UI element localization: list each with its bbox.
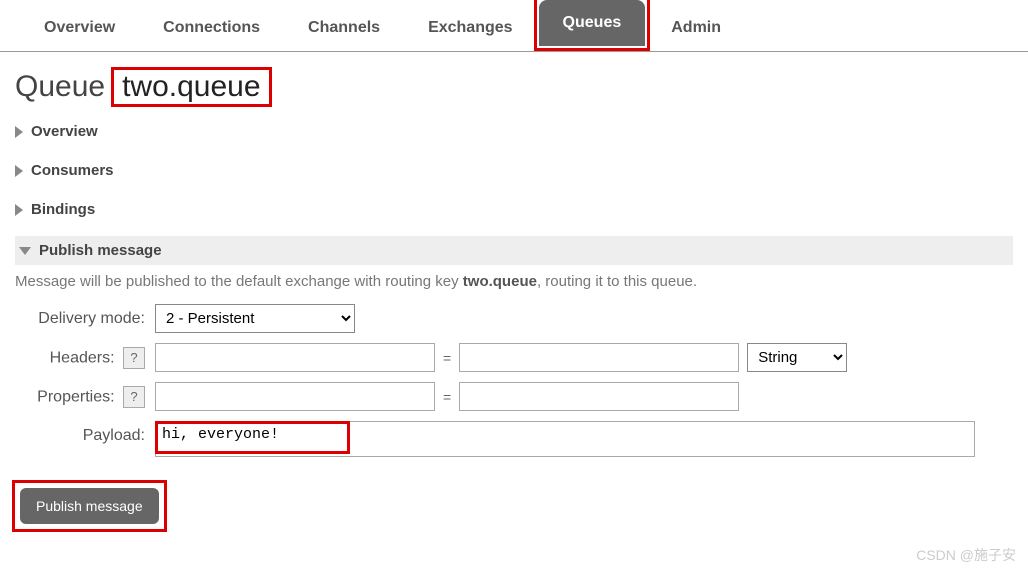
section-publish-header[interactable]: Publish message <box>15 236 1013 265</box>
section-consumers-label: Consumers <box>31 162 114 179</box>
section-consumers[interactable]: Consumers <box>15 158 1013 183</box>
page-title: Queue two.queue <box>15 67 1013 107</box>
section-overview[interactable]: Overview <box>15 119 1013 144</box>
equals-sign: = <box>443 350 451 366</box>
tab-admin[interactable]: Admin <box>647 5 745 51</box>
chevron-right-icon <box>15 126 23 138</box>
payload-row: Payload: <box>15 421 1013 460</box>
header-key-input[interactable] <box>155 343 435 372</box>
page-content: Queue two.queue Overview Consumers Bindi… <box>0 52 1028 561</box>
tab-queues[interactable]: Queues <box>539 0 646 46</box>
chevron-right-icon <box>15 204 23 216</box>
publish-button-highlight: Publish message <box>12 480 167 532</box>
delivery-mode-row: Delivery mode: 2 - Persistent <box>15 304 1013 333</box>
property-key-input[interactable] <box>155 382 435 411</box>
tab-exchanges[interactable]: Exchanges <box>404 5 536 51</box>
header-type-select[interactable]: String <box>747 343 847 372</box>
publish-message-button[interactable]: Publish message <box>20 488 159 524</box>
tab-channels[interactable]: Channels <box>284 5 404 51</box>
header-value-input[interactable] <box>459 343 739 372</box>
headers-row: Headers: ? = String <box>15 343 1013 372</box>
property-value-input[interactable] <box>459 382 739 411</box>
properties-help-button[interactable]: ? <box>123 386 145 408</box>
section-publish-label: Publish message <box>39 242 162 259</box>
publish-description: Message will be published to the default… <box>15 273 1013 290</box>
properties-row: Properties: ? = <box>15 382 1013 411</box>
section-bindings[interactable]: Bindings <box>15 197 1013 222</box>
headers-label: Headers: ? <box>15 347 155 369</box>
main-tabs: Overview Connections Channels Exchanges … <box>0 0 1028 52</box>
watermark: CSDN @施子安 <box>916 545 1016 565</box>
payload-textarea[interactable] <box>155 421 975 457</box>
delivery-mode-select[interactable]: 2 - Persistent <box>155 304 355 333</box>
page-title-prefix: Queue <box>15 70 105 104</box>
payload-label: Payload: <box>15 421 155 445</box>
tab-overview[interactable]: Overview <box>20 5 139 51</box>
chevron-down-icon <box>19 247 31 255</box>
properties-label: Properties: ? <box>15 386 155 408</box>
section-publish-message: Publish message Message will be publishe… <box>15 236 1013 532</box>
section-overview-label: Overview <box>31 123 98 140</box>
queues-tab-highlight: Queues <box>534 0 651 51</box>
equals-sign: = <box>443 389 451 405</box>
delivery-mode-label: Delivery mode: <box>15 310 155 328</box>
headers-help-button[interactable]: ? <box>123 347 145 369</box>
chevron-right-icon <box>15 165 23 177</box>
queue-name-highlight: two.queue <box>111 67 271 107</box>
tab-connections[interactable]: Connections <box>139 5 284 51</box>
section-bindings-label: Bindings <box>31 201 95 218</box>
